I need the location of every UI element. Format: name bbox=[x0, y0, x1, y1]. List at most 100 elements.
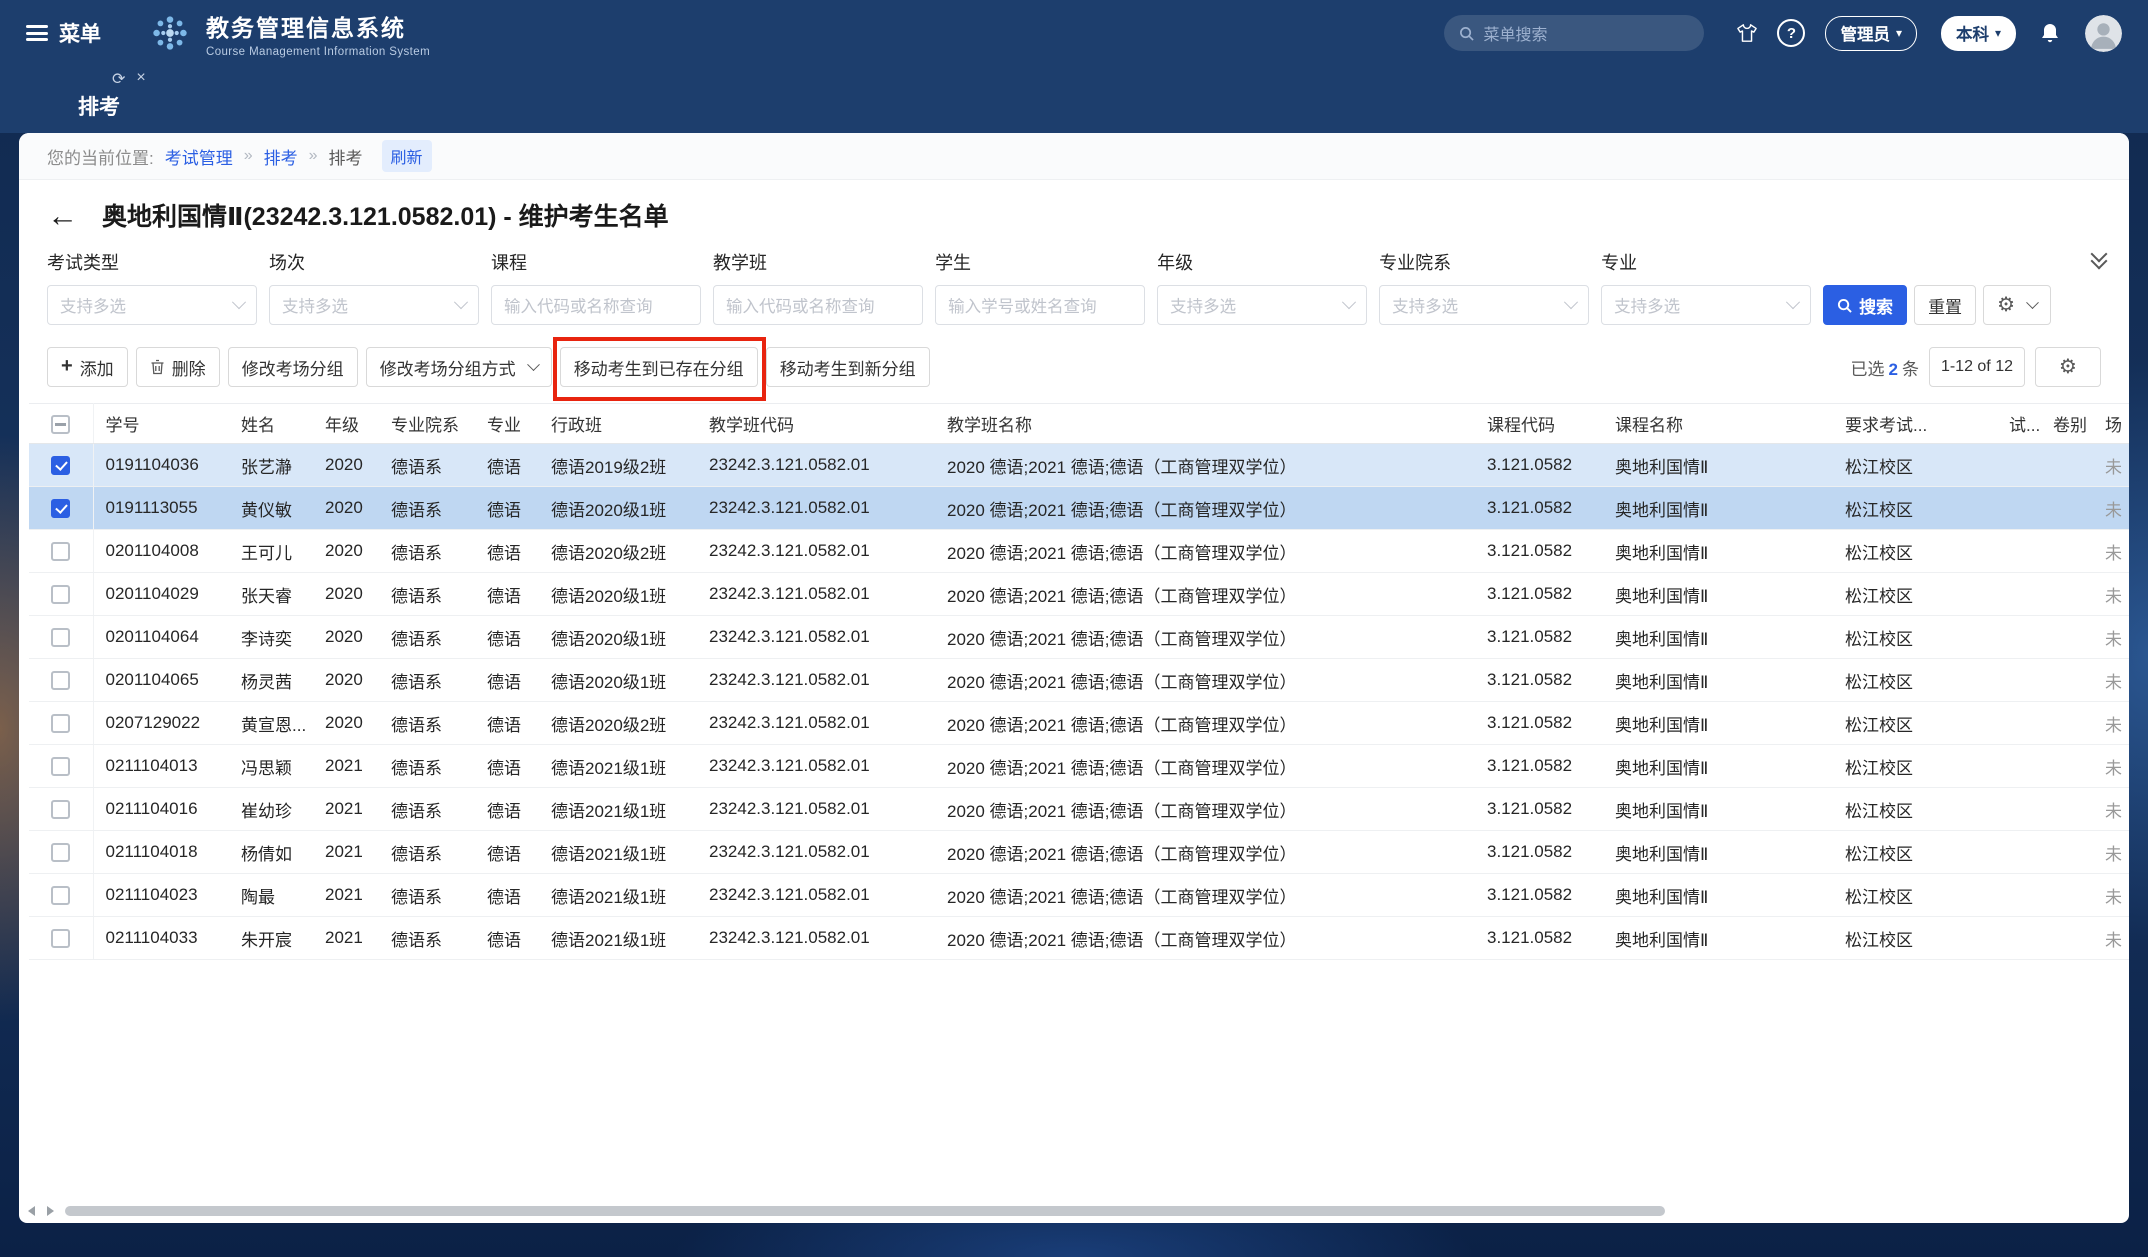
tab-close-icon[interactable]: × bbox=[136, 69, 145, 89]
table-cell: 奥地利国情Ⅱ bbox=[1603, 444, 1833, 487]
row-checkbox[interactable] bbox=[51, 843, 70, 862]
search-button[interactable]: 搜索 bbox=[1823, 285, 1907, 325]
table-row[interactable]: 0211104013冯思颖2021德语系德语德语2021级1班23242.3.1… bbox=[29, 745, 2129, 788]
table-row[interactable]: 0207129022黄宣恩...2020德语系德语德语2020级2班23242.… bbox=[29, 702, 2129, 745]
filter-select-6[interactable]: 支持多选 bbox=[1379, 285, 1589, 325]
table-cell: 23242.3.121.0582.01 bbox=[697, 530, 935, 573]
filter-fields: 考试类型支持多选场次支持多选课程输入代码或名称查询教学班输入代码或名称查询学生输… bbox=[47, 249, 1811, 325]
modify-group-mode-button[interactable]: 修改考场分组方式 bbox=[366, 347, 552, 387]
table-cell: 德语系 bbox=[379, 874, 475, 917]
breadcrumb-item-paikao[interactable]: 排考 bbox=[264, 144, 298, 169]
table-cell: 德语2021级1班 bbox=[539, 745, 697, 788]
breadcrumb-separator: » bbox=[244, 147, 253, 165]
level-dropdown[interactable]: 本科 ▾ bbox=[1941, 16, 2016, 51]
row-checkbox[interactable] bbox=[51, 714, 70, 733]
table-row[interactable]: 0191113055黄仪敏2020德语系德语德语2020级1班23242.3.1… bbox=[29, 487, 2129, 530]
modify-group-button[interactable]: 修改考场分组 bbox=[228, 347, 358, 387]
chevron-down-icon bbox=[232, 295, 246, 309]
scroll-left-icon[interactable] bbox=[23, 1202, 40, 1219]
table-cell: 0211104018 bbox=[93, 831, 229, 874]
table-row[interactable]: 0191104036张艺瀞2020德语系德语德语2019级2班23242.3.1… bbox=[29, 444, 2129, 487]
table-row[interactable]: 0211104023陶最2021德语系德语德语2021级1班23242.3.12… bbox=[29, 874, 2129, 917]
table-cell: 未 bbox=[2093, 917, 2129, 960]
trash-icon bbox=[150, 359, 165, 375]
table-cell: 0191113055 bbox=[93, 487, 229, 530]
add-button[interactable]: + 添加 bbox=[47, 347, 128, 387]
table-cell bbox=[2041, 788, 2093, 831]
table-row[interactable]: 0211104018杨倩如2021德语系德语德语2021级1班23242.3.1… bbox=[29, 831, 2129, 874]
filter-input-4[interactable]: 输入学号或姓名查询 bbox=[935, 285, 1145, 325]
refresh-button[interactable]: 刷新 bbox=[382, 140, 432, 172]
filter-select-5[interactable]: 支持多选 bbox=[1157, 285, 1367, 325]
move-to-existing-group-button[interactable]: 移动考生到已存在分组 bbox=[560, 347, 758, 387]
menu-search-input[interactable]: 菜单搜索 bbox=[1444, 15, 1704, 51]
scroll-right-icon[interactable] bbox=[42, 1202, 59, 1219]
table-row[interactable]: 0201104065杨灵茜2020德语系德语德语2020级1班23242.3.1… bbox=[29, 659, 2129, 702]
table-cell: 2020 德语;2021 德语;德语（工商管理双学位） bbox=[935, 444, 1475, 487]
column-header: 行政班 bbox=[539, 404, 697, 444]
table-cell: 德语 bbox=[475, 745, 539, 788]
table-row[interactable]: 0211104016崔幼珍2021德语系德语德语2021级1班23242.3.1… bbox=[29, 788, 2129, 831]
column-header: 课程代码 bbox=[1475, 404, 1603, 444]
table-row[interactable]: 0201104029张天睿2020德语系德语德语2020级1班23242.3.1… bbox=[29, 573, 2129, 616]
table-cell: 0207129022 bbox=[93, 702, 229, 745]
breadcrumb-item-exam-management[interactable]: 考试管理 bbox=[165, 144, 233, 169]
delete-button[interactable]: 删除 bbox=[136, 347, 220, 387]
table-cell: 松江校区 bbox=[1833, 745, 1997, 788]
table-cell: 德语2020级2班 bbox=[539, 702, 697, 745]
table-cell bbox=[2041, 530, 2093, 573]
tab-paikao[interactable]: 排考 bbox=[78, 91, 120, 121]
filter-input-2[interactable]: 输入代码或名称查询 bbox=[491, 285, 701, 325]
table-cell bbox=[2041, 444, 2093, 487]
horizontal-scrollbar[interactable] bbox=[65, 1206, 1665, 1216]
table-cell: 未 bbox=[2093, 444, 2129, 487]
row-checkbox[interactable] bbox=[51, 671, 70, 690]
role-dropdown[interactable]: 管理员 ▾ bbox=[1825, 16, 1917, 51]
pagination-box[interactable]: 1-12 of 12 bbox=[1929, 347, 2025, 387]
table-cell: 德语2020级1班 bbox=[539, 616, 697, 659]
theme-icon[interactable] bbox=[1730, 16, 1764, 50]
filter-settings-button[interactable]: ⚙ bbox=[1983, 285, 2051, 325]
move-to-new-group-button[interactable]: 移动考生到新分组 bbox=[766, 347, 930, 387]
tab-refresh-icon[interactable]: ⟳ bbox=[112, 69, 125, 89]
table-cell: 奥地利国情Ⅱ bbox=[1603, 616, 1833, 659]
table-cell bbox=[1997, 702, 2041, 745]
reset-button[interactable]: 重置 bbox=[1914, 285, 1976, 325]
table-row[interactable]: 0211104033朱开宸2021德语系德语德语2021级1班23242.3.1… bbox=[29, 917, 2129, 960]
placeholder-text: 支持多选 bbox=[282, 293, 348, 317]
collapse-filters-icon[interactable] bbox=[2093, 253, 2105, 267]
table-cell: 德语 bbox=[475, 831, 539, 874]
table-cell: 2020 德语;2021 德语;德语（工商管理双学位） bbox=[935, 573, 1475, 616]
row-checkbox[interactable] bbox=[51, 800, 70, 819]
row-checkbox[interactable] bbox=[51, 542, 70, 561]
table-cell bbox=[2041, 874, 2093, 917]
table-row[interactable]: 0201104064李诗奕2020德语系德语德语2020级1班23242.3.1… bbox=[29, 616, 2129, 659]
filter-input-3[interactable]: 输入代码或名称查询 bbox=[713, 285, 923, 325]
move-to-new-group-label: 移动考生到新分组 bbox=[780, 355, 916, 380]
bell-icon[interactable] bbox=[2033, 16, 2067, 50]
table-cell: 松江校区 bbox=[1833, 874, 1997, 917]
table-settings-button[interactable]: ⚙ bbox=[2035, 347, 2101, 387]
table-row[interactable]: 0201104008王可儿2020德语系德语德语2020级2班23242.3.1… bbox=[29, 530, 2129, 573]
help-icon[interactable]: ? bbox=[1774, 16, 1808, 50]
table-cell bbox=[2041, 917, 2093, 960]
filter-select-1[interactable]: 支持多选 bbox=[269, 285, 479, 325]
top-header: 菜单 教务管理信息系统 Course Management Informatio… bbox=[0, 0, 2148, 66]
row-checkbox[interactable] bbox=[51, 628, 70, 647]
menu-button[interactable]: 菜单 bbox=[26, 18, 101, 48]
select-all-checkbox[interactable] bbox=[51, 415, 70, 434]
table-cell: 3.121.0582 bbox=[1475, 573, 1603, 616]
row-checkbox[interactable] bbox=[51, 456, 70, 475]
avatar[interactable] bbox=[2085, 15, 2122, 52]
filter-select-0[interactable]: 支持多选 bbox=[47, 285, 257, 325]
table-cell: 奥地利国情Ⅱ bbox=[1603, 917, 1833, 960]
row-checkbox[interactable] bbox=[51, 886, 70, 905]
row-checkbox[interactable] bbox=[51, 929, 70, 948]
table-cell: 德语系 bbox=[379, 530, 475, 573]
row-checkbox[interactable] bbox=[51, 757, 70, 776]
title-row: ← 奥地利国情Ⅱ(23242.3.121.0582.01) - 维护考生名单 bbox=[19, 180, 2129, 237]
row-checkbox[interactable] bbox=[51, 585, 70, 604]
row-checkbox[interactable] bbox=[51, 499, 70, 518]
back-arrow-icon[interactable]: ← bbox=[47, 200, 78, 231]
filter-select-7[interactable]: 支持多选 bbox=[1601, 285, 1811, 325]
